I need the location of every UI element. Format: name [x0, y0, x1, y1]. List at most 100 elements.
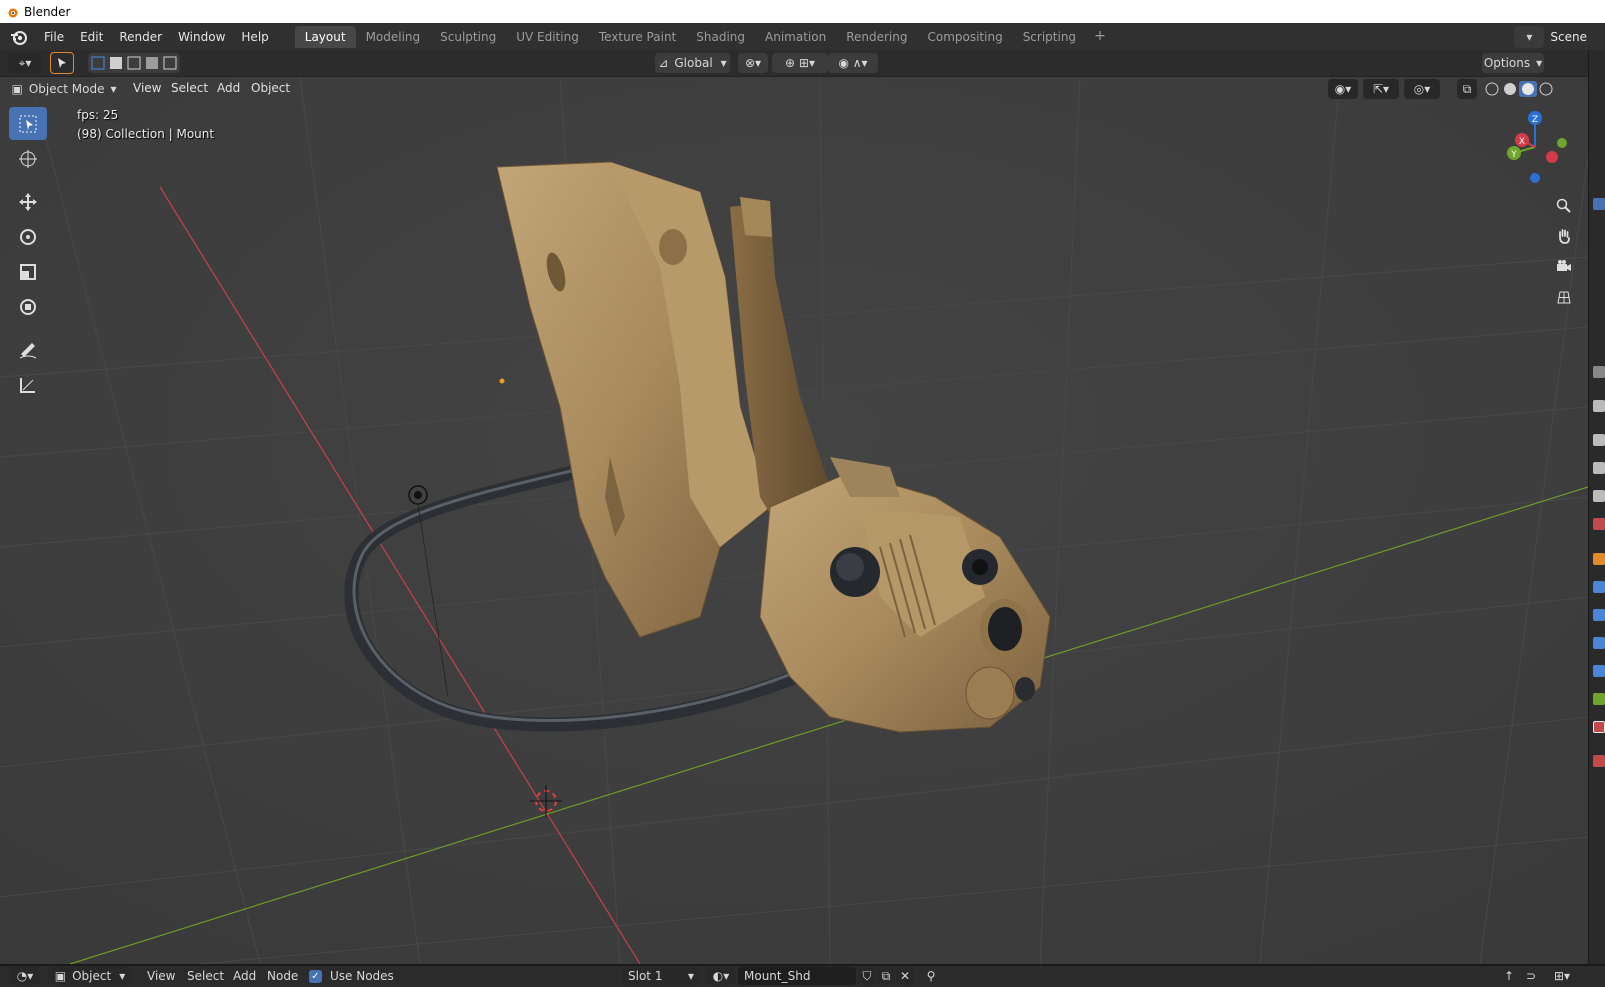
use-nodes-label: Use Nodes [330, 969, 394, 983]
gizmo-z-label: Z [1532, 115, 1538, 125]
move-tool-icon[interactable] [9, 185, 47, 218]
fake-user-shield-icon[interactable]: ⛉ [858, 967, 876, 985]
menu-file[interactable]: File [36, 27, 72, 47]
strip-render-icon[interactable] [1593, 400, 1605, 412]
blender-menu-icon[interactable] [8, 26, 30, 48]
snap-target-icon[interactable]: ⊞▾ [1544, 967, 1580, 985]
proportional-edit-icon[interactable]: ◉ ∧▾ [828, 53, 878, 73]
add-workspace-button[interactable]: + [1086, 26, 1114, 48]
select-box-tool-icon[interactable] [9, 107, 47, 140]
mode-value: Object Mode [28, 82, 105, 96]
mode-dropdown[interactable]: ▣ Object Mode ▾ [9, 79, 119, 99]
snap-toggle-icon[interactable]: ⊃ [1522, 967, 1540, 985]
viewport-menu-add[interactable]: Add [211, 79, 246, 97]
tab-sculpting[interactable]: Sculpting [430, 26, 506, 48]
camera-view-icon[interactable] [1550, 252, 1578, 280]
shader-menu-add[interactable]: Add [233, 969, 256, 983]
strip-material-icon[interactable] [1593, 721, 1605, 733]
left-toolbar [9, 107, 49, 403]
tool-settings-header: ⌖▾ ⊿ Global ▾ ⊗▾ ⊕ ⊞▾ ◉ ∧▾ Options ▾ [0, 50, 1605, 77]
duplicate-material-icon[interactable]: ⧉ [877, 967, 895, 985]
viewport-header: ▣ Object Mode ▾ View Select Add Object ◉▾ … [0, 77, 1588, 101]
strip-texture-icon[interactable] [1593, 755, 1605, 767]
window-title: Blender [24, 4, 71, 19]
cursor-tool-icon[interactable] [9, 142, 47, 175]
xray-toggle-icon[interactable]: ⧉ [1457, 79, 1477, 99]
tab-uv-editing[interactable]: UV Editing [506, 26, 589, 48]
selection-mode-buttons[interactable] [88, 53, 180, 73]
viewport-menu-select[interactable]: Select [165, 79, 214, 97]
tab-layout[interactable]: Layout [294, 25, 356, 48]
window-titlebar: Blender [0, 0, 1605, 23]
tab-modeling[interactable]: Modeling [356, 26, 431, 48]
tab-rendering[interactable]: Rendering [836, 26, 917, 48]
transform-tool-icon[interactable] [9, 290, 47, 323]
strip-particles-icon[interactable] [1593, 609, 1605, 621]
shader-menu-node[interactable]: Node [267, 969, 298, 983]
strip-scene-icon[interactable] [1593, 490, 1605, 502]
gizmo-x-label: X [1519, 137, 1525, 147]
tab-animation[interactable]: Animation [755, 26, 836, 48]
tab-texture-paint[interactable]: Texture Paint [589, 26, 686, 48]
active-collection-label: (98) Collection | Mount [77, 127, 215, 141]
editor-type-icon[interactable]: ⌖▾ [8, 53, 42, 73]
menu-edit[interactable]: Edit [72, 27, 111, 47]
overlays-toggle-icon[interactable]: ◎▾ [1404, 79, 1440, 99]
measure-tool-icon[interactable] [9, 368, 47, 401]
shader-editor-type-icon[interactable]: ◔▾ [10, 967, 40, 985]
gizmo-toggle-icon[interactable]: ⇱▾ [1363, 79, 1399, 99]
tab-shading[interactable]: Shading [686, 26, 755, 48]
unlink-material-close-icon[interactable]: ✕ [896, 967, 914, 985]
strip-constraints-icon[interactable] [1593, 665, 1605, 677]
tab-compositing[interactable]: Compositing [917, 26, 1012, 48]
annotate-tool-icon[interactable] [9, 333, 47, 366]
strip-view-layer-icon[interactable] [1593, 462, 1605, 474]
tab-scripting[interactable]: Scripting [1013, 26, 1086, 48]
workspace-tabs: Layout Modeling Sculpting UV Editing Tex… [294, 25, 1114, 48]
strip-tools-icon[interactable] [1593, 366, 1605, 378]
scale-tool-icon[interactable] [9, 255, 47, 288]
viewport-scene [0, 77, 1588, 964]
strip-physics-icon[interactable] [1593, 637, 1605, 649]
fps-readout: fps: 25 [77, 108, 119, 122]
strip-object-icon[interactable] [1593, 553, 1605, 565]
shader-menu-view[interactable]: View [147, 969, 175, 983]
snap-icon[interactable]: ⊕ ⊞▾ [772, 53, 828, 73]
select-tool-icon[interactable] [50, 52, 74, 74]
viewport-menu-view[interactable]: View [127, 79, 167, 97]
gizmo-y-label: Y [1510, 150, 1517, 160]
shader-type-dropdown[interactable]: ▣ Object ▾ [48, 967, 132, 985]
rotate-tool-icon[interactable] [9, 220, 47, 253]
menu-help[interactable]: Help [233, 27, 276, 47]
scene-icon[interactable]: ▾ [1514, 25, 1545, 48]
strip-tool-icon[interactable] [1593, 198, 1605, 210]
strip-output-icon[interactable] [1593, 434, 1605, 446]
slot-dropdown[interactable]: Slot 1 ▾ [622, 967, 700, 985]
viewport-menu-object[interactable]: Object [245, 79, 296, 97]
orientation-value: Global [674, 56, 713, 70]
options-dropdown[interactable]: Options ▾ [1482, 53, 1544, 73]
strip-data-icon[interactable] [1593, 693, 1605, 705]
material-name-field[interactable]: Mount_Shd [738, 967, 856, 985]
pan-hand-icon[interactable] [1550, 222, 1578, 250]
navigation-gizmo[interactable]: Z Y X [1490, 107, 1570, 187]
pivot-point-icon[interactable]: ⊗▾ [738, 53, 768, 73]
menu-window[interactable]: Window [170, 27, 233, 47]
3d-viewport[interactable]: fps: 25 (98) Collection | Mount Z Y X [0, 77, 1588, 964]
options-label: Options [1483, 56, 1531, 70]
transform-orientation-dropdown[interactable]: ⊿ Global ▾ [655, 53, 730, 73]
top-menu-bar: File Edit Render Window Help Layout Mode… [0, 23, 1605, 50]
strip-modifier-icon[interactable] [1593, 581, 1605, 593]
zoom-icon[interactable] [1550, 192, 1578, 220]
shader-menu-select[interactable]: Select [187, 969, 224, 983]
shading-mode-buttons[interactable] [1482, 79, 1560, 99]
parent-node-tree-icon[interactable]: ↑ [1500, 967, 1518, 985]
use-nodes-checkbox[interactable]: ✓ [309, 970, 322, 983]
visibility-icon[interactable]: ◉▾ [1328, 79, 1358, 99]
ortho-grid-icon[interactable] [1550, 283, 1578, 311]
menu-render[interactable]: Render [111, 27, 170, 47]
scene-label[interactable]: Scene [1550, 30, 1605, 44]
pin-icon[interactable]: ⚲ [922, 967, 940, 985]
material-browse-icon[interactable]: ◐▾ [706, 967, 736, 985]
strip-world-icon[interactable] [1593, 518, 1605, 530]
